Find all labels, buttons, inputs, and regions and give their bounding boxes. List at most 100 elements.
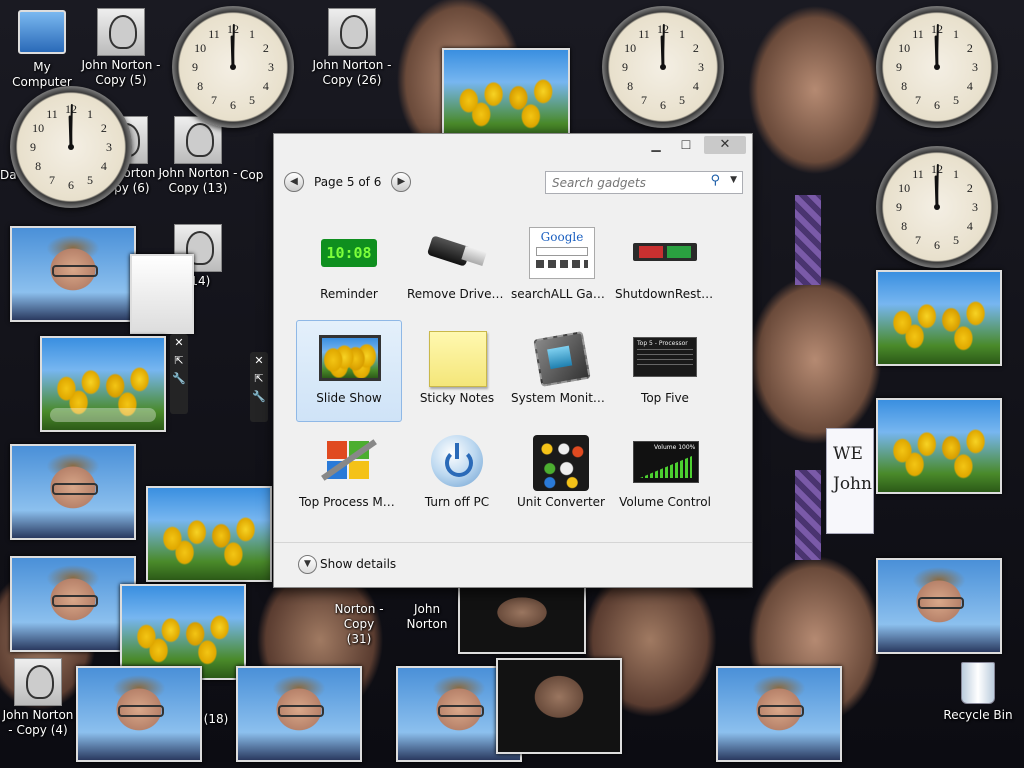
gadget-toolbar[interactable]: ✕ ⇱ 🔧 xyxy=(170,334,188,414)
desktop-icon-partial-label[interactable]: Cop xyxy=(240,168,274,183)
clock-center xyxy=(230,64,236,70)
desktop-icon-john-norton[interactable]: John Norton xyxy=(394,602,460,632)
minimize-icon[interactable]: ▁ xyxy=(644,136,668,154)
desktop-icon-john-norton-copy-13[interactable]: John Norton - Copy (13) xyxy=(158,116,238,196)
clock-numeral: 7 xyxy=(49,173,55,187)
size-icon[interactable]: ⇱ xyxy=(170,352,188,370)
clock-numeral: 3 xyxy=(972,200,978,214)
slideshow-gadget[interactable] xyxy=(10,226,136,322)
close-icon[interactable]: ✕ xyxy=(250,352,268,370)
gadget-tile-volume-control[interactable]: Volume 100% Volume Control xyxy=(612,424,718,526)
show-details-label[interactable]: Show details xyxy=(320,557,396,571)
desktop-icon-label: Norton - Copy (31) xyxy=(334,602,384,646)
desktop-icon-recycle-bin[interactable]: Recycle Bin xyxy=(940,662,1016,723)
chevron-down-icon: ▼ xyxy=(304,559,311,569)
maximize-icon[interactable]: ☐ xyxy=(674,136,698,154)
search-icon[interactable]: ⚲ xyxy=(710,173,720,188)
desktop-icon-john-norton-copy-18[interactable]: (18) xyxy=(196,712,236,727)
slideshow-gadget[interactable] xyxy=(130,254,194,334)
reminder-icon: 10:08 xyxy=(317,227,381,279)
recycle-bin-icon xyxy=(961,662,995,704)
clock-hand xyxy=(70,104,73,148)
unit-converter-icon xyxy=(529,435,593,491)
desktop-icon-my-computer[interactable]: My Computer xyxy=(2,8,82,90)
clock-gadget[interactable]: 123456789101112 xyxy=(10,86,132,208)
wrench-icon[interactable]: 🔧 xyxy=(170,370,188,388)
chevron-down-icon[interactable]: ▼ xyxy=(730,175,737,185)
top-five-icon: Top 5 - Processor xyxy=(633,331,697,383)
next-page-button[interactable]: ▶ xyxy=(391,172,412,192)
slideshow-gadget[interactable] xyxy=(10,444,136,540)
sticky-note-gadget[interactable]: WE John xyxy=(826,428,874,534)
clock-hand xyxy=(936,164,939,208)
gadget-tile-system-monitor[interactable]: System Monitor II xyxy=(508,320,614,422)
desktop-icon-john-norton-copy-5[interactable]: John Norton - Copy (5) xyxy=(80,8,162,88)
clock-numeral: 11 xyxy=(912,167,924,181)
clock-numeral: 10 xyxy=(32,121,44,135)
desktop-icon-label: John Norton - Copy (26) xyxy=(312,58,392,87)
desktop-icon-john-norton-copy-31[interactable]: Norton - Copy (31) xyxy=(334,602,384,647)
clock-numeral: 10 xyxy=(624,41,636,55)
top-five-caption: Top 5 - Processor xyxy=(637,340,688,347)
close-icon[interactable]: ✕ xyxy=(170,334,188,352)
size-icon[interactable]: ⇱ xyxy=(250,370,268,388)
clock-numeral: 7 xyxy=(211,93,217,107)
slideshow-icon xyxy=(317,331,381,383)
gadget-tile-sticky-notes[interactable]: Sticky Notes xyxy=(404,320,510,422)
show-details-toggle[interactable]: ▼ xyxy=(298,555,317,574)
clock-numeral: 1 xyxy=(953,27,959,41)
slideshow-gadget[interactable] xyxy=(496,658,622,754)
previous-page-button[interactable]: ◀ xyxy=(284,172,304,192)
clock-gadget[interactable]: 123456789101112 xyxy=(876,146,998,268)
gadget-label: System Monitor II xyxy=(511,391,613,405)
slideshow-gadget[interactable] xyxy=(40,336,166,432)
portrait-thumbnail-icon xyxy=(14,658,62,706)
gadget-label: Top Process Mo... xyxy=(299,495,401,509)
desktop-icon-label: Recycle Bin xyxy=(943,708,1013,722)
wallpaper-tie xyxy=(795,470,821,560)
slideshow-gadget[interactable] xyxy=(236,666,362,762)
cpu-chip-icon xyxy=(529,331,593,387)
gadget-tile-reminder[interactable]: 10:08 Reminder xyxy=(296,216,402,318)
search-input[interactable] xyxy=(546,173,708,193)
slideshow-gadget[interactable] xyxy=(876,270,1002,366)
clock-numeral: 5 xyxy=(953,233,959,247)
gadget-tile-searchall[interactable]: Google searchALL Gadg... xyxy=(508,216,614,318)
clock-numeral: 5 xyxy=(679,93,685,107)
clock-gadget[interactable]: 123456789101112 xyxy=(602,6,724,128)
clock-center xyxy=(660,64,666,70)
clock-face: 123456789101112 xyxy=(30,102,112,192)
clock-numeral: 11 xyxy=(208,27,220,41)
slideshow-controls[interactable] xyxy=(50,408,156,422)
gadget-tile-slide-show[interactable]: Slide Show xyxy=(296,320,402,422)
desktop-icon-john-norton-copy-26[interactable]: John Norton - Copy (26) xyxy=(300,8,404,88)
volume-caption: Volume 100% xyxy=(654,444,696,451)
slideshow-gadget[interactable] xyxy=(716,666,842,762)
gadget-tile-shutdownrestart[interactable]: ShutdownRestart xyxy=(612,216,718,318)
slideshow-gadget[interactable] xyxy=(876,398,1002,494)
gadget-label: Reminder xyxy=(320,287,378,301)
portrait-thumbnail-icon xyxy=(328,8,376,56)
gadget-tile-remove-drive[interactable]: Remove Drive S... xyxy=(404,216,510,318)
gadget-tile-top-five[interactable]: Top 5 - Processor Top Five xyxy=(612,320,718,422)
wrench-icon[interactable]: 🔧 xyxy=(250,388,268,406)
slideshow-gadget[interactable] xyxy=(876,558,1002,654)
google-logo: Google xyxy=(540,230,584,244)
slideshow-gadget[interactable] xyxy=(76,666,202,762)
gadget-toolbar[interactable]: ✕ ⇱ 🔧 xyxy=(250,352,268,422)
slideshow-gadget[interactable] xyxy=(146,486,272,582)
clock-gadget[interactable]: 123456789101112 xyxy=(876,6,998,128)
slideshow-gadget[interactable] xyxy=(458,584,586,654)
search-box[interactable]: ⚲ ▼ xyxy=(545,171,743,194)
gadget-tile-turn-off-pc[interactable]: Turn off PC xyxy=(404,424,510,526)
slideshow-gadget[interactable] xyxy=(442,48,570,144)
close-button[interactable]: ✕ xyxy=(704,136,746,154)
desktop-icon-john-norton-copy-4[interactable]: John Norton - Copy (4) xyxy=(0,658,76,738)
slideshow-gadget[interactable] xyxy=(10,556,136,652)
gadget-label: Slide Show xyxy=(316,391,382,405)
clock-numeral: 9 xyxy=(896,60,902,74)
gadget-tile-top-process-monitor[interactable]: Top Process Mo... xyxy=(296,424,402,526)
gadget-tile-unit-converter[interactable]: Unit Converter xyxy=(508,424,614,526)
clock-gadget[interactable]: 123456789101112 xyxy=(172,6,294,128)
clock-numeral: 8 xyxy=(901,79,907,93)
